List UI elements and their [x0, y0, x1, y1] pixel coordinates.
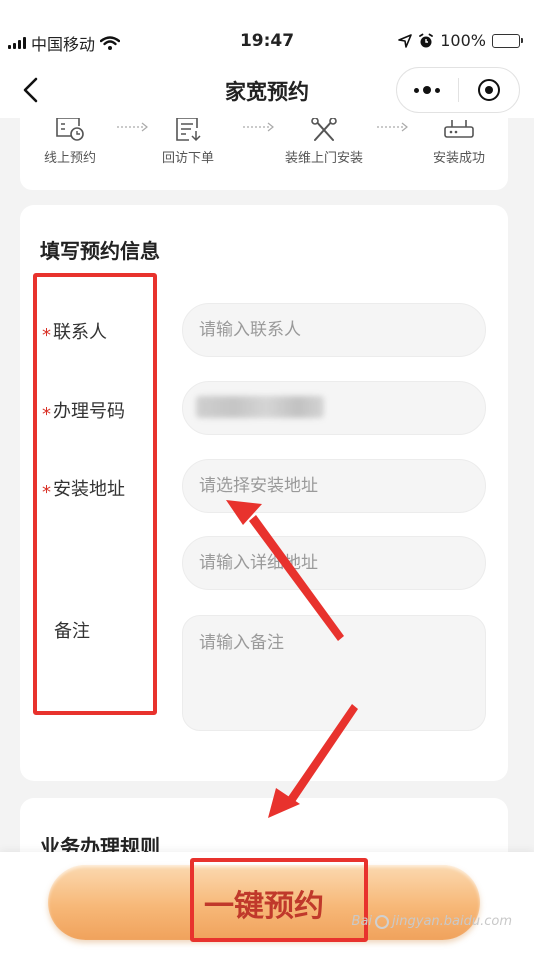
status-bar: 中国移动 19:47 100%	[0, 0, 534, 62]
blurred-phone-number	[196, 396, 324, 418]
labels-highlight-box	[33, 273, 157, 715]
watermark-text: jingyan.baidu.com	[392, 914, 512, 929]
address-select[interactable]	[182, 459, 486, 513]
step-label: 线上预约	[43, 151, 96, 166]
router-icon	[444, 120, 474, 138]
tools-icon	[311, 118, 337, 141]
bottom-action-bar: 一键预约 Bai jingyan.baidu.com	[0, 852, 534, 966]
paw-icon	[375, 914, 390, 929]
more-dots-icon	[414, 86, 441, 94]
alarm-icon	[419, 33, 434, 47]
close-button[interactable]	[458, 68, 519, 112]
remark-textarea[interactable]	[182, 615, 486, 731]
location-icon	[398, 33, 413, 48]
step-arrow-icon	[117, 122, 148, 132]
step-label: 安装成功	[432, 151, 485, 166]
step-online-booking: 线上预约	[40, 118, 100, 166]
step-label: 装维上门安装	[284, 151, 363, 166]
mini-program-capsule	[396, 67, 520, 113]
more-button[interactable]	[397, 68, 458, 112]
calendar-clock-icon	[56, 118, 84, 141]
battery-percent: 100%	[440, 31, 486, 50]
step-label: 回访下单	[161, 151, 214, 166]
navigation-bar: 家宽预约	[0, 62, 534, 118]
form-title: 填写预约信息	[40, 239, 160, 263]
watermark: Bai jingyan.baidu.com	[351, 914, 512, 929]
step-onsite-install: 装维上门安装	[278, 118, 370, 166]
step-arrow-icon	[243, 122, 274, 132]
target-icon	[477, 79, 500, 101]
status-right: 100%	[398, 31, 523, 50]
address-detail-input[interactable]	[182, 536, 486, 590]
booking-form-card: 填写预约信息 *联系人 *办理号码 *安装地址 备注	[20, 205, 508, 781]
step-install-success: 安装成功	[424, 118, 494, 166]
list-download-icon	[176, 118, 201, 142]
process-steps: 线上预约 回访下单 装维上门安装 安装成功	[20, 118, 508, 190]
battery-icon	[492, 33, 523, 48]
step-callback-order: 回访下单	[158, 118, 218, 166]
contact-input[interactable]	[182, 303, 486, 357]
step-arrow-icon	[377, 122, 408, 132]
